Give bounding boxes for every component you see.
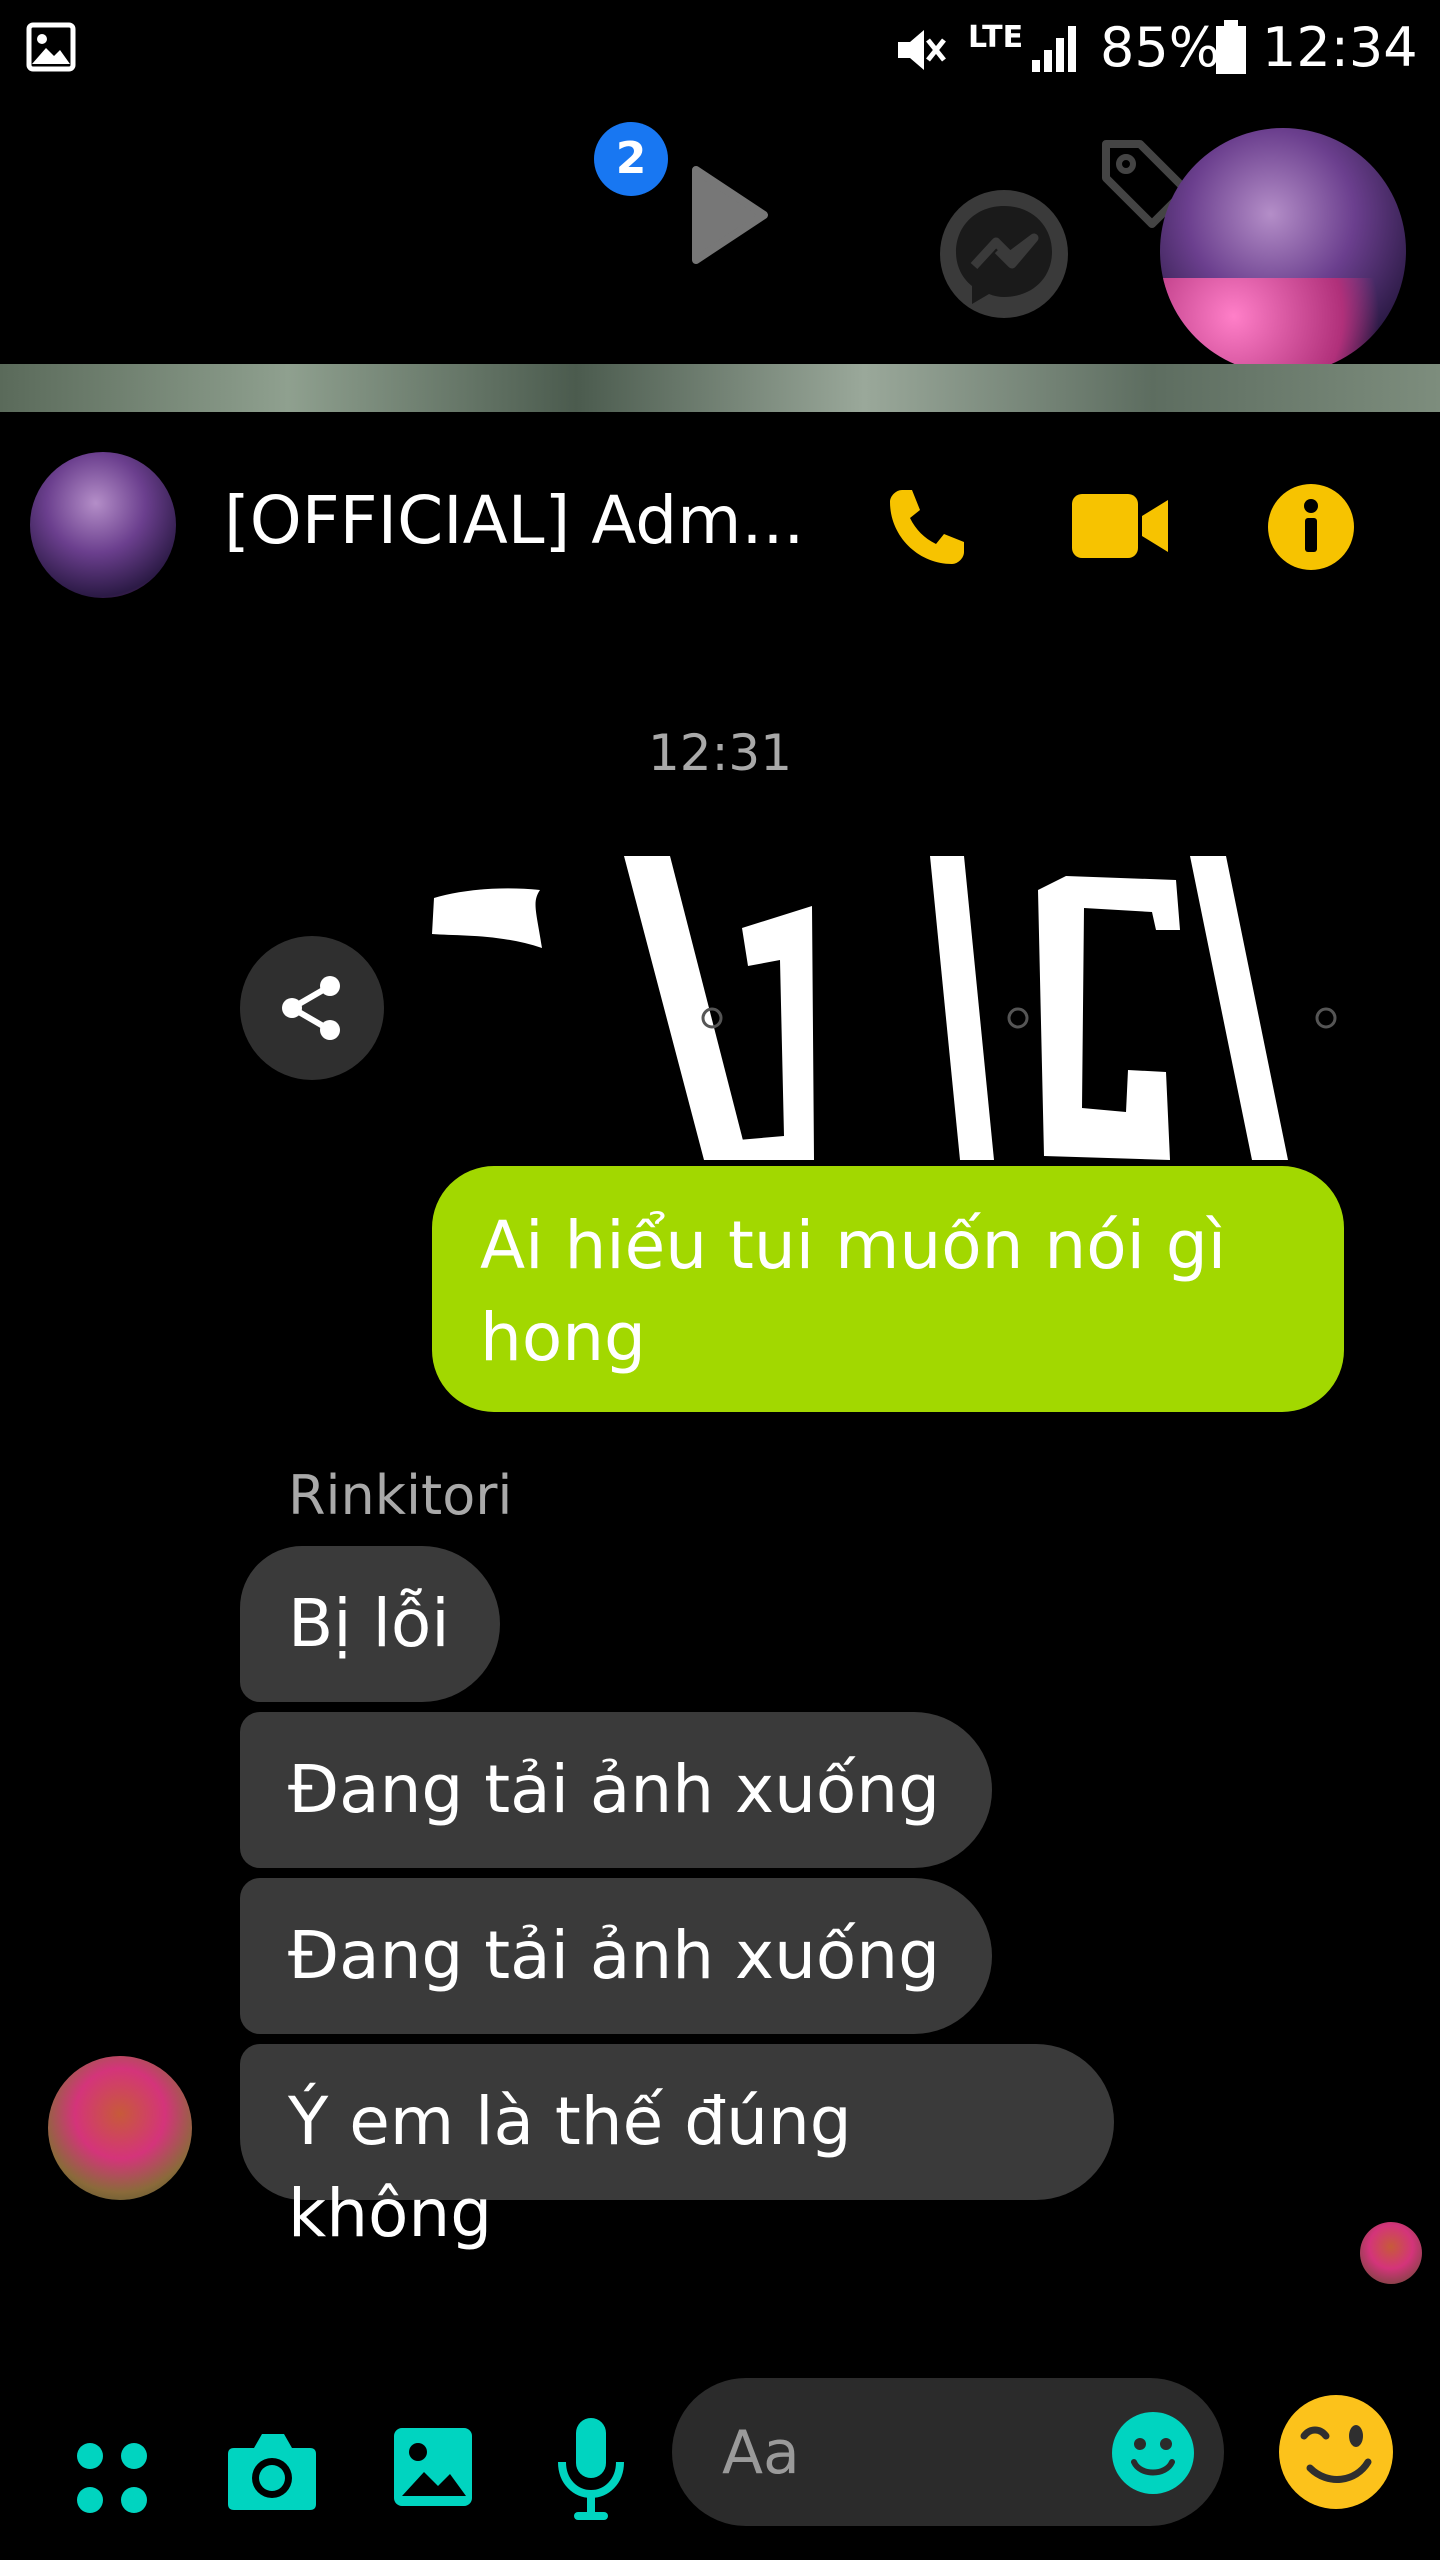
gallery-icon[interactable] [392, 2426, 474, 2508]
messenger-icon [956, 206, 1052, 304]
group-avatar[interactable] [30, 452, 176, 598]
message-text-line: Ai hiểu tui muốn nói gì [480, 1207, 1227, 1284]
sender-name: Rinkitori [288, 1464, 513, 1527]
outgoing-message-bubble[interactable]: Ai hiểu tui muốn nói gì hong [432, 1166, 1344, 1412]
microphone-icon[interactable] [556, 2416, 626, 2524]
group-avatar-chathead[interactable] [1160, 128, 1406, 374]
message-text: Bị lỗi [288, 1585, 450, 1662]
message-input[interactable] [720, 2416, 1084, 2490]
status-bar: LTE 85% 12:34 [0, 0, 1440, 100]
video-camera-icon[interactable] [1070, 490, 1170, 562]
menu-dots-icon[interactable] [74, 2440, 150, 2516]
seen-receipt-avatar [1360, 2222, 1422, 2284]
share-icon [282, 976, 340, 1040]
message-text: Đang tải ảnh xuống [288, 1751, 941, 1828]
shared-image[interactable] [420, 850, 1350, 1160]
message-timestamp: 12:31 [647, 724, 793, 782]
image-notification-icon [26, 22, 76, 72]
message-text: Đang tải ảnh xuống [288, 1917, 941, 1994]
battery-icon [1216, 20, 1246, 74]
message-input-wrapper [672, 2378, 1224, 2526]
phone-icon[interactable] [884, 482, 972, 570]
clock: 12:34 [1262, 16, 1418, 79]
network-type: LTE [968, 20, 1024, 55]
sender-avatar[interactable] [48, 2056, 192, 2200]
play-icon [692, 166, 768, 264]
messenger-chathead[interactable] [940, 190, 1068, 318]
emoji-icon[interactable] [1110, 2410, 1196, 2496]
chat-title[interactable]: [OFFICIAL] Adm... [224, 482, 834, 559]
share-button[interactable] [240, 936, 384, 1080]
battery-percent: 85% [1100, 16, 1221, 79]
chat-heads-bar: 2 [0, 110, 1440, 374]
unread-badge: 2 [594, 122, 668, 196]
incoming-message-bubble[interactable]: Đang tải ảnh xuống [240, 1712, 992, 1868]
info-icon[interactable] [1266, 482, 1356, 572]
signal-icon [1032, 26, 1076, 72]
camera-icon[interactable] [226, 2430, 318, 2512]
chat-header: [OFFICIAL] Adm... [0, 412, 1440, 642]
incoming-message-bubble[interactable]: Ý em là thế đúng không [240, 2044, 1114, 2252]
incoming-message-bubble[interactable]: Đang tải ảnh xuống [240, 1878, 992, 2034]
message-text-line: hong [480, 1299, 646, 1376]
mute-icon [898, 30, 946, 70]
wink-emoji-icon[interactable] [1276, 2392, 1396, 2512]
incoming-message-bubble[interactable]: Bị lỗi [240, 1546, 500, 1702]
